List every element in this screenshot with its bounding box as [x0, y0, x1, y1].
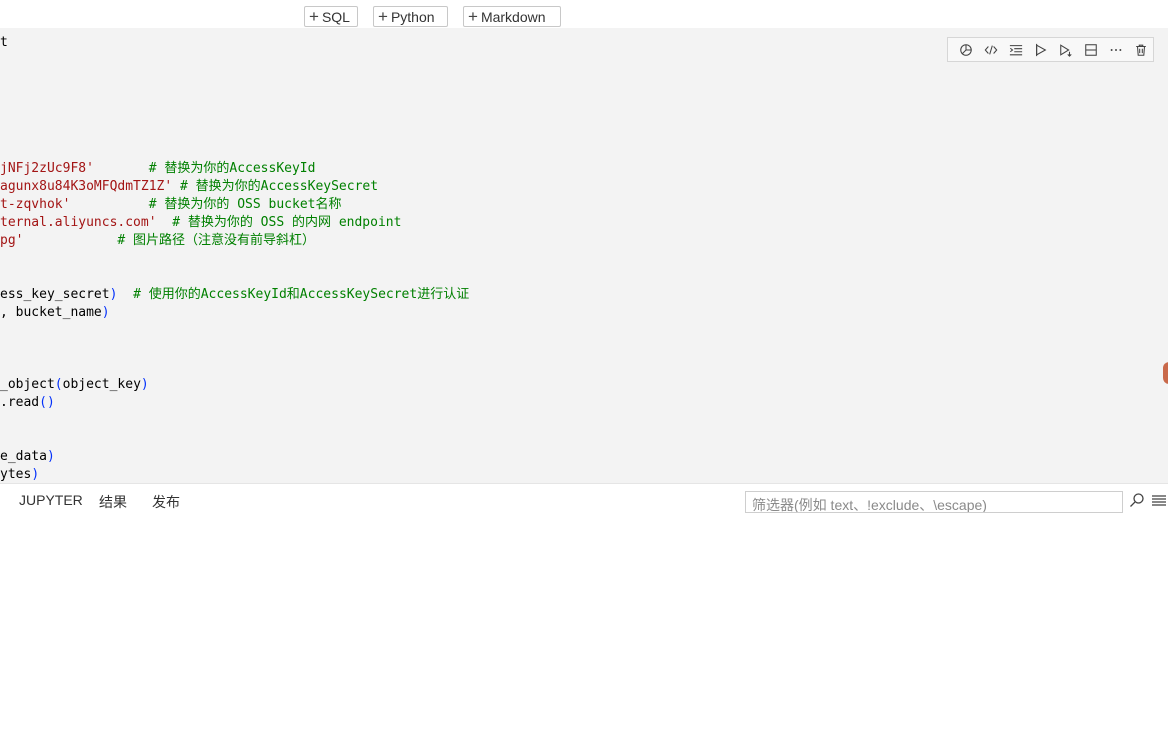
bracket-token: ) [140, 377, 149, 392]
tab-publish[interactable]: 发布 [152, 492, 180, 512]
add-sql-cell-button[interactable]: + SQL [304, 6, 358, 27]
string-token: agunx8u84K3oMFQdmTZ1Z' [0, 179, 173, 194]
more-icon[interactable] [1103, 39, 1128, 61]
string-token: jNFj2zUc9F8' [0, 161, 94, 176]
tab-results[interactable]: 结果 [99, 492, 127, 512]
add-markdown-label: Markdown [480, 8, 546, 25]
code-line: pg' # 图片路径（注意没有前导斜杠） [0, 232, 469, 250]
add-sql-label: SQL [321, 8, 350, 25]
string-token: pg' [0, 233, 24, 248]
bracket-token: ) [31, 467, 40, 482]
code-line: ytes) [0, 466, 469, 483]
comment-token: # 替换为你的AccessKeySecret [180, 179, 379, 194]
code-token: t [0, 35, 8, 50]
outline-icon[interactable] [1004, 39, 1029, 61]
bracket-token: ) [101, 305, 110, 320]
tab-jupyter[interactable]: JUPYTER [19, 492, 83, 508]
string-token: ternal.aliyuncs.com' [0, 215, 157, 230]
code-token: ess_key_secret [0, 287, 110, 302]
code-line: jNFj2zUc9F8' # 替换为你的AccessKeyId [0, 160, 469, 178]
comment-token: # 替换为你的 OSS bucket名称 [148, 197, 342, 212]
code-line: ternal.aliyuncs.com' # 替换为你的 OSS 的内网 end… [0, 214, 469, 232]
run-above-icon[interactable] [1029, 39, 1054, 61]
bottom-panel: JUPYTER 结果 发布 筛选器(例如 text、!exclude、\esca… [0, 483, 1168, 756]
comment-token: # 替换为你的AccessKeyId [148, 161, 316, 176]
code-line: agunx8u84K3oMFQdmTZ1Z' # 替换为你的AccessKeyS… [0, 178, 469, 196]
delete-icon[interactable] [1128, 39, 1153, 61]
code-token: object_key [62, 377, 141, 392]
run-below-icon[interactable] [1054, 39, 1079, 61]
plus-icon: + [378, 7, 388, 26]
code-line: t [0, 34, 469, 52]
code-token: ytes [0, 467, 32, 482]
add-python-label: Python [390, 8, 435, 25]
code-token: , bucket_name [0, 305, 102, 320]
comment-token: # 使用你的AccessKeyId和AccessKeySecret进行认证 [133, 287, 470, 302]
bracket-token: () [39, 395, 55, 410]
code-editor[interactable]: t jNFj2zUc9F8' # 替换为你的AccessKeyId agunx8u8… [0, 34, 469, 483]
code-icon[interactable] [979, 39, 1004, 61]
add-python-cell-button[interactable]: + Python [373, 6, 448, 27]
search-icon[interactable] [1129, 492, 1145, 508]
bracket-token: ) [46, 449, 55, 464]
scrollbar-marker [1163, 362, 1168, 384]
code-line: t-zqvhok' # 替换为你的 OSS bucket名称 [0, 196, 469, 214]
plus-icon: + [468, 7, 478, 26]
comment-token: # 替换为你的 OSS 的内网 endpoint [172, 215, 402, 230]
code-line: ess_key_secret) # 使用你的AccessKeyId和Access… [0, 286, 469, 304]
add-cell-bar: + SQL + Python + Markdown [0, 0, 1168, 29]
bracket-token: ( [54, 377, 63, 392]
string-token: t-zqvhok' [0, 197, 71, 212]
plus-icon: + [309, 7, 319, 26]
list-view-icon[interactable] [1151, 492, 1167, 508]
code-line: , bucket_name) [0, 304, 469, 322]
split-cell-icon[interactable] [1078, 39, 1103, 61]
code-line: e_data) [0, 448, 469, 466]
code-line: .read() [0, 394, 469, 412]
code-token: .read [0, 395, 40, 410]
variables-icon[interactable] [954, 39, 979, 61]
add-markdown-cell-button[interactable]: + Markdown [463, 6, 561, 27]
filter-input[interactable]: 筛选器(例如 text、!exclude、\escape) [745, 491, 1123, 513]
comment-token: # 图片路径（注意没有前导斜杠） [117, 233, 316, 248]
code-token: e_data [0, 449, 47, 464]
code-line: _object(object_key) [0, 376, 469, 394]
code-token: _object [0, 377, 55, 392]
cell-toolbar [947, 37, 1154, 62]
code-cell[interactable]: t jNFj2zUc9F8' # 替换为你的AccessKeyId agunx8u8… [0, 28, 1168, 483]
